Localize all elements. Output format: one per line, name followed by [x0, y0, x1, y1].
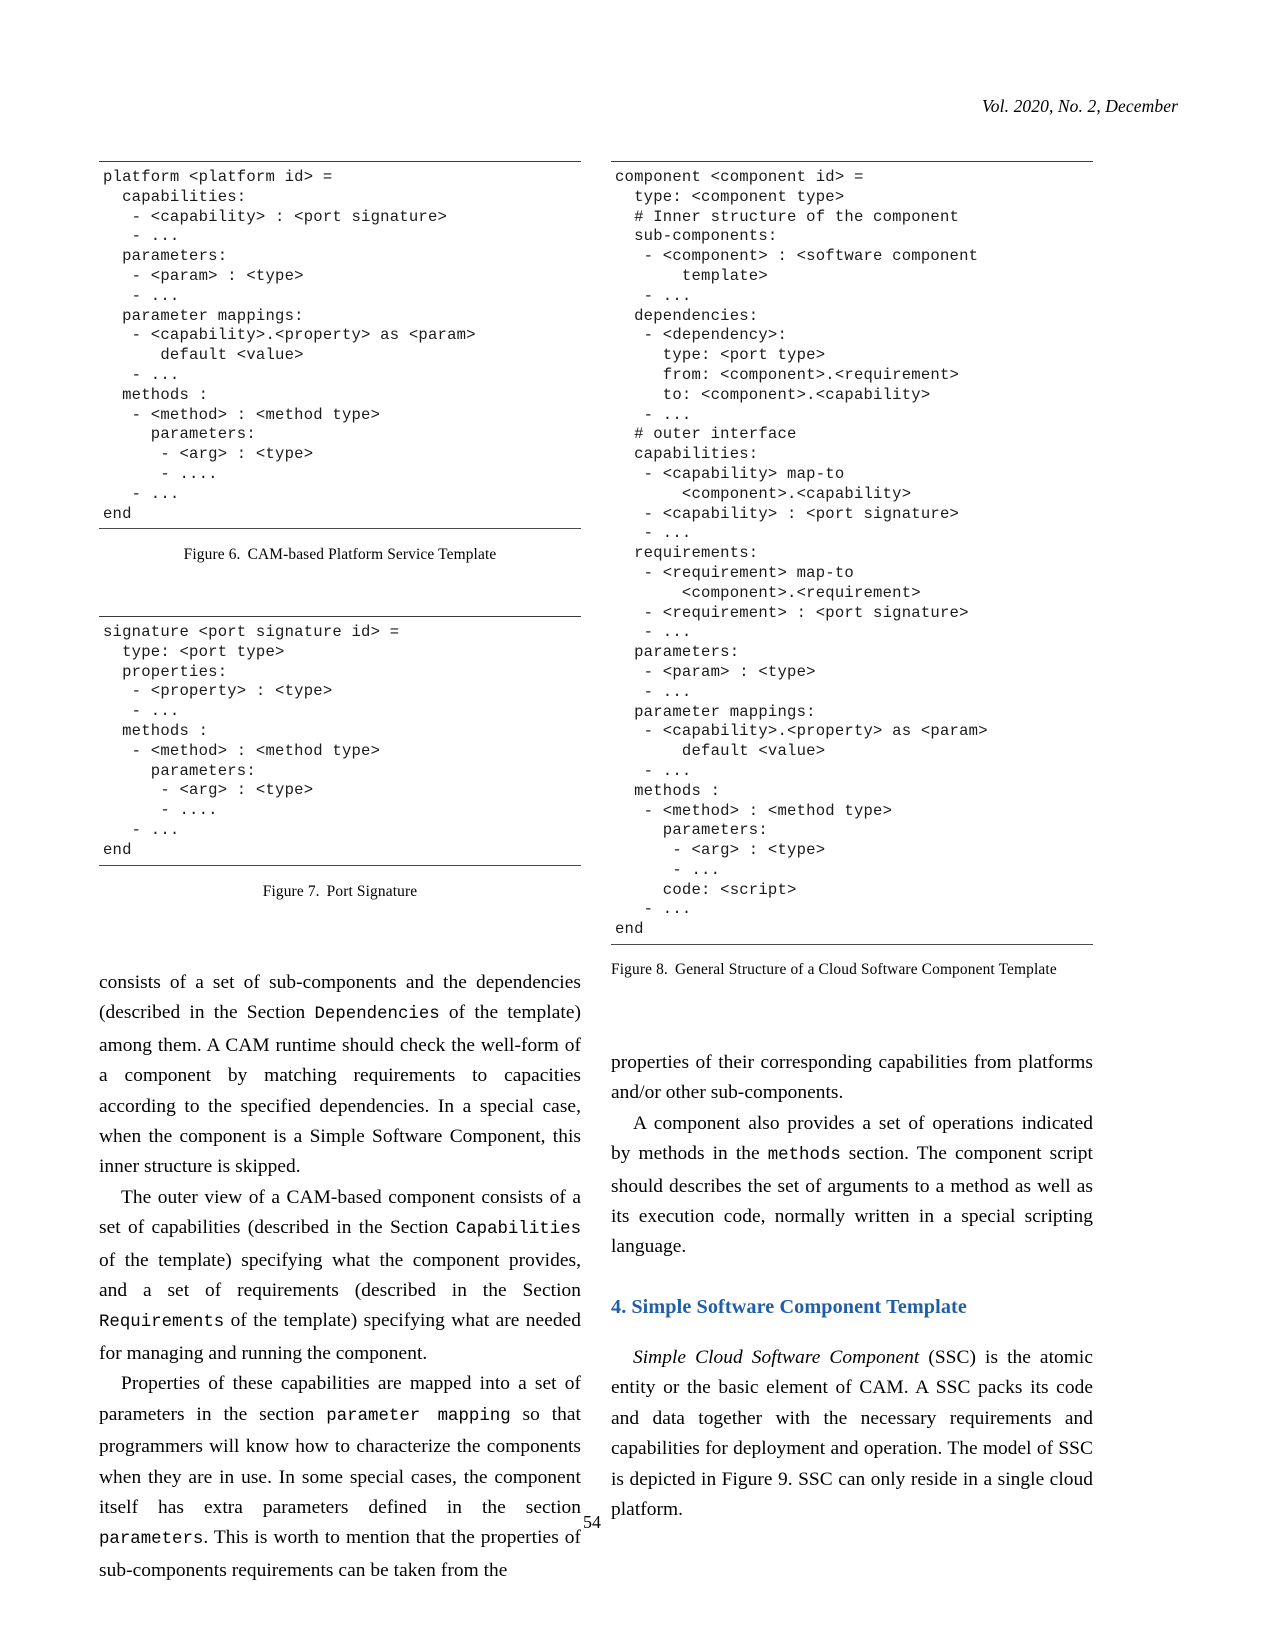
right-para3-part1: (SSC) is the atomic entity or the basic …: [611, 1347, 1093, 1521]
figure-6-bottom-rule: [99, 528, 581, 530]
left-para2-part2: of the template) specifying what the com…: [99, 1249, 581, 1302]
left-paragraph-3: Properties of these capabilities are map…: [99, 1369, 581, 1586]
figure-8-block: component <component id> = type: <compon…: [611, 161, 1093, 979]
figure-8-code: component <component id> = type: <compon…: [615, 168, 988, 939]
right-paragraph-2: A component also provides a set of opera…: [611, 1109, 1093, 1263]
running-head: Vol. 2020, No. 2, December: [981, 96, 1178, 116]
left-paragraph-2: The outer view of a CAM-based component …: [99, 1183, 581, 1369]
figure-7-code: signature <port signature id> = type: <p…: [103, 623, 400, 859]
page-number: 54: [583, 1512, 601, 1532]
figure-7-bottom-rule: [99, 864, 581, 866]
figure-8-caption-number: Figure 8.: [611, 961, 668, 979]
figure-8-bottom-rule: [611, 944, 1093, 946]
section-4-number: 4.: [611, 1296, 627, 1318]
left-para3-code-parameters: parameters: [99, 1530, 204, 1550]
right-paragraph-3: Simple Cloud Software Component (SSC) is…: [611, 1343, 1093, 1525]
figure-6-code: platform <platform id> = capabilities: -…: [103, 168, 476, 523]
section-4-heading-wrap: 4. Simple Software Component Template: [611, 1296, 1093, 1319]
figure-8-caption: Figure 8. General Structure of a Cloud So…: [611, 961, 1093, 979]
figure-7-caption-text: Port Signature: [326, 882, 418, 900]
right-paragraph-1: properties of their corresponding capabi…: [611, 1052, 1093, 1104]
section-4-title: Simple Software Component Template: [631, 1296, 967, 1318]
right-para3-italic: Simple Cloud Software Component: [633, 1347, 920, 1368]
left-paragraph-1: consists of a set of sub-components and …: [99, 968, 581, 1183]
figure-7-caption: Figure 7. Port Signature: [99, 883, 581, 901]
left-para2-code-capabilities: Capabilities: [455, 1220, 581, 1240]
section-4-heading: 4. Simple Software Component Template: [611, 1296, 1093, 1319]
left-para1-part2: of the template) among them. A CAM runti…: [99, 1002, 581, 1178]
figure-6-caption-text: CAM-based Platform Service Template: [247, 546, 497, 564]
figure-8-caption-text: General Structure of a Cloud Software Co…: [674, 961, 1057, 979]
right-column-body: properties of their corresponding capabi…: [611, 1048, 1093, 1263]
right-column-body-2: Simple Cloud Software Component (SSC) is…: [611, 1343, 1093, 1525]
figure-6-block: platform <platform id> = capabilities: -…: [99, 161, 581, 564]
left-para2-code-requirements: Requirements: [99, 1313, 225, 1333]
figure-6-caption: Figure 6. CAM-based Platform Service Temp…: [99, 546, 581, 564]
figure-7-block: signature <port signature id> = type: <p…: [99, 616, 581, 901]
left-column-body: consists of a set of sub-components and …: [99, 968, 581, 1586]
paper-page: Vol. 2020, No. 2, December platform <pla…: [0, 0, 1274, 1649]
figure-6-caption-number: Figure 6.: [183, 546, 241, 564]
left-para1-code-dependencies: Dependencies: [314, 1005, 440, 1025]
right-para2-code-methods: methods: [767, 1146, 841, 1166]
left-para3-code-parameter-mapping: parameter mapping: [326, 1406, 511, 1426]
figure-7-caption-number: Figure 7.: [262, 882, 320, 900]
